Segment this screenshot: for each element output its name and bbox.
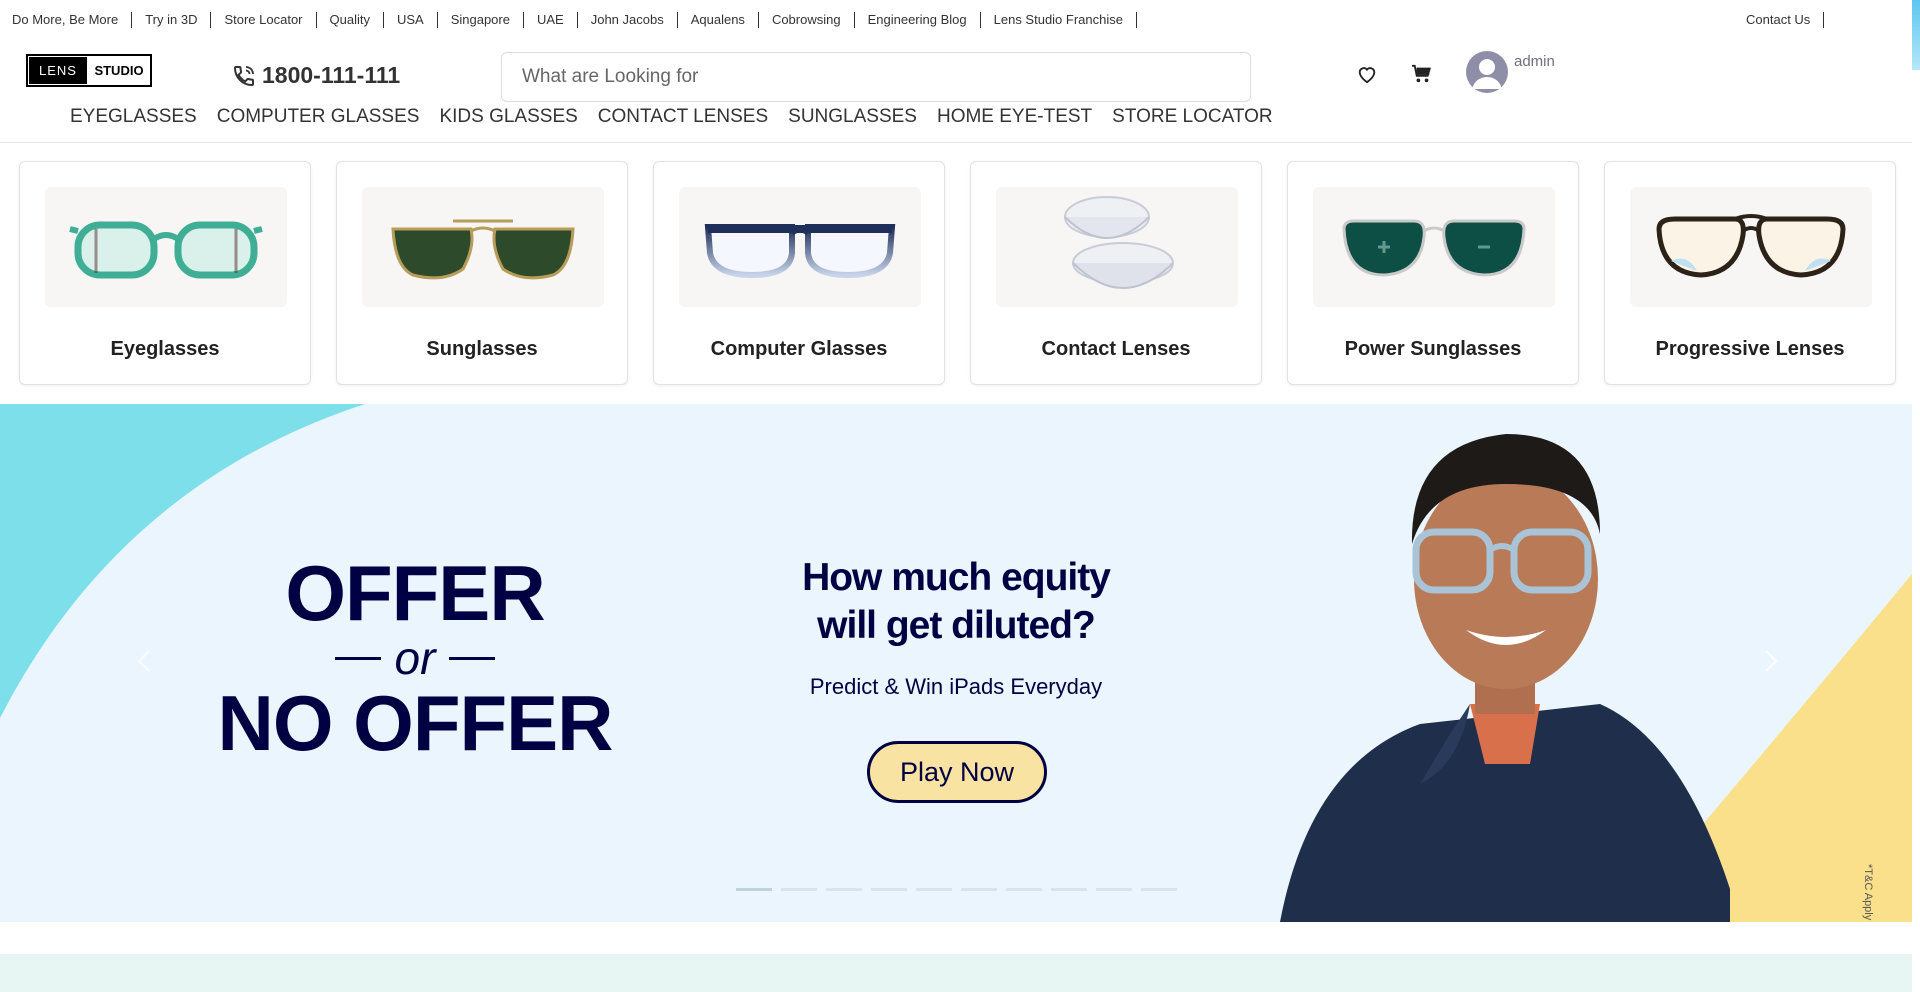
tnc-note: *T&C Apply <box>1862 864 1874 921</box>
wishlist-button[interactable] <box>1353 60 1381 88</box>
category-card-contact-lenses[interactable]: Contact Lenses <box>970 161 1262 385</box>
link-singapore[interactable]: Singapore <box>438 12 524 28</box>
category-label: Computer Glasses <box>710 338 888 360</box>
carousel-dot[interactable] <box>916 888 952 891</box>
offer-headline: OFFER or NO OFFER <box>215 554 615 762</box>
phone-icon <box>233 65 254 86</box>
chevron-right-icon <box>1765 650 1778 672</box>
promo-banner[interactable]: OFFER or NO OFFER How much equity will g… <box>0 404 1912 922</box>
cart-icon <box>1412 64 1431 83</box>
nav-eyeglasses[interactable]: EYEGLASSES <box>70 106 197 128</box>
link-aqualens[interactable]: Aqualens <box>678 12 759 28</box>
equity-question: How much equity will get diluted? <box>802 556 1111 647</box>
progressive-lenses-image <box>1630 187 1872 307</box>
category-label: Sunglasses <box>426 338 538 360</box>
category-label: Progressive Lenses <box>1655 338 1845 360</box>
link-engineering-blog[interactable]: Engineering Blog <box>855 12 981 28</box>
user-icon <box>1472 59 1502 89</box>
carousel-dot[interactable] <box>1096 888 1132 891</box>
next-section-strip <box>0 954 1912 992</box>
contact-us-link[interactable]: Contact Us <box>1733 12 1825 28</box>
offer-or: or <box>215 632 615 684</box>
main-nav: EYEGLASSES COMPUTER GLASSES KIDS GLASSES… <box>70 106 1293 128</box>
carousel-dot[interactable] <box>961 888 997 891</box>
carousel-next-arrow[interactable] <box>1758 649 1782 673</box>
link-try-3d[interactable]: Try in 3D <box>132 12 212 28</box>
nav-home-eye-test[interactable]: HOME EYE-TEST <box>937 106 1092 128</box>
phone-number[interactable]: 1800-111-111 <box>232 62 400 89</box>
scrollbar-accent <box>1912 0 1920 70</box>
link-uae[interactable]: UAE <box>524 12 578 28</box>
category-card-eyeglasses[interactable]: Eyeglasses <box>19 161 311 385</box>
nav-sunglasses[interactable]: SUNGLASSES <box>788 106 917 128</box>
eyeglasses-image <box>45 187 287 307</box>
nav-contact-lenses[interactable]: CONTACT LENSES <box>598 106 768 128</box>
heart-icon <box>1358 67 1376 84</box>
chevron-left-icon <box>137 650 150 672</box>
contact-area: Contact Us <box>1733 12 1825 28</box>
top-utility-bar: Do More, Be More Try in 3D Store Locator… <box>0 0 1912 40</box>
link-store-locator[interactable]: Store Locator <box>211 12 317 28</box>
category-label: Power Sunglasses <box>1344 338 1522 360</box>
user-avatar[interactable] <box>1466 51 1508 93</box>
category-card-sunglasses[interactable]: Sunglasses <box>336 161 628 385</box>
link-quality[interactable]: Quality <box>317 12 384 28</box>
offer-line-2: NO OFFER <box>217 679 614 767</box>
carousel-dot[interactable] <box>781 888 817 891</box>
computer-glasses-image <box>679 187 921 307</box>
user-name[interactable]: admin <box>1514 53 1555 70</box>
category-card-progressive-lenses[interactable]: Progressive Lenses <box>1604 161 1896 385</box>
carousel-dot[interactable] <box>736 888 772 891</box>
sunglasses-image <box>362 187 604 307</box>
equity-block: How much equity will get diluted? Predic… <box>780 554 1132 700</box>
equity-subtitle: Predict & Win iPads Everyday <box>809 674 1103 699</box>
carousel-dot[interactable] <box>1006 888 1042 891</box>
carousel-prev-arrow[interactable] <box>133 649 157 673</box>
play-now-button[interactable]: Play Now <box>867 741 1047 803</box>
nav-kids-glasses[interactable]: KIDS GLASSES <box>439 106 577 128</box>
carousel-dot[interactable] <box>1051 888 1087 891</box>
link-usa[interactable]: USA <box>384 12 438 28</box>
offer-line-1: OFFER <box>285 549 545 637</box>
link-franchise[interactable]: Lens Studio Franchise <box>981 12 1137 28</box>
cart-button[interactable] <box>1408 60 1436 88</box>
link-john-jacobs[interactable]: John Jacobs <box>578 12 678 28</box>
nav-store-locator[interactable]: STORE LOCATOR <box>1112 106 1272 128</box>
category-label: Eyeglasses <box>110 338 220 360</box>
link-cobrowsing[interactable]: Cobrowsing <box>759 12 855 28</box>
carousel-dots <box>736 888 1186 891</box>
category-card-power-sunglasses[interactable]: Power Sunglasses <box>1287 161 1579 385</box>
category-label: Contact Lenses <box>1041 338 1191 360</box>
brand-logo[interactable]: LENS STUDIO <box>26 54 152 87</box>
utility-links: Do More, Be More Try in 3D Store Locator… <box>0 12 1137 28</box>
search-box <box>501 52 1251 102</box>
nav-computer-glasses[interactable]: COMPUTER GLASSES <box>217 106 420 128</box>
person-illustration <box>1280 434 1730 922</box>
logo-right-text: STUDIO <box>88 56 150 85</box>
category-card-computer-glasses[interactable]: Computer Glasses <box>653 161 945 385</box>
carousel-dot[interactable] <box>1141 888 1177 891</box>
carousel-dot[interactable] <box>826 888 862 891</box>
power-sunglasses-image <box>1313 187 1555 307</box>
phone-number-text: 1800-111-111 <box>262 62 401 88</box>
site-header: LENS STUDIO 1800-111-111 admin EYEGLAS <box>0 40 1912 143</box>
contact-lenses-image <box>996 187 1238 307</box>
category-cards: Eyeglasses Sunglasses Computer Glasses C… <box>19 161 1920 385</box>
carousel-dot[interactable] <box>871 888 907 891</box>
link-do-more[interactable]: Do More, Be More <box>12 12 133 28</box>
logo-left-text: LENS <box>28 56 88 85</box>
search-input[interactable] <box>502 53 1250 101</box>
